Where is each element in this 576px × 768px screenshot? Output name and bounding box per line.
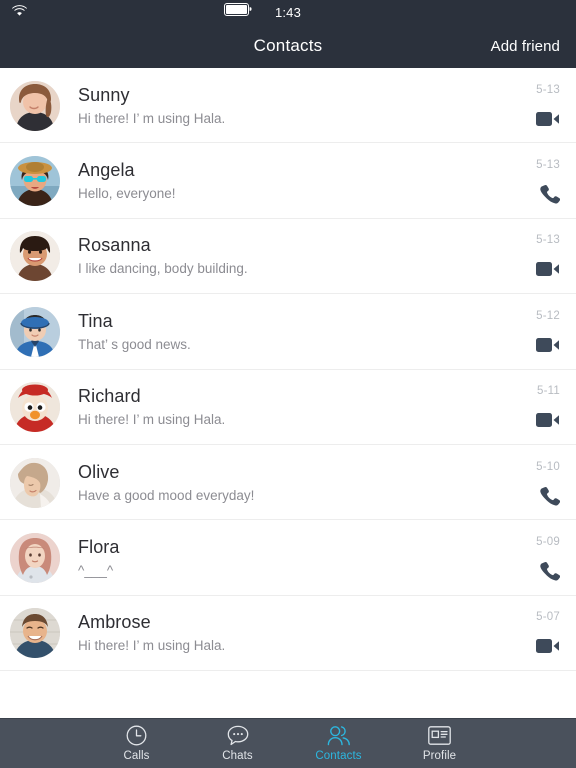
contact-card-icon bbox=[428, 725, 451, 747]
contact-meta: 5-10 bbox=[516, 458, 560, 508]
contact-row[interactable]: Flora ^___^ 5-09 bbox=[0, 520, 576, 597]
tab-chats[interactable]: Chats bbox=[187, 719, 288, 768]
contact-row[interactable]: Rosanna I like dancing, body building. 5… bbox=[0, 218, 576, 295]
contact-meta: 5-13 bbox=[516, 81, 560, 131]
avatar bbox=[10, 533, 60, 584]
contact-date: 5-07 bbox=[536, 611, 560, 624]
contact-text: Ambrose Hi there! I’ m using Hala. bbox=[60, 610, 516, 656]
avatar bbox=[10, 80, 60, 131]
contact-text: Richard Hi there! I’ m using Hala. bbox=[60, 384, 516, 430]
contact-row[interactable]: Olive Have a good mood everyday! 5-10 bbox=[0, 444, 576, 521]
nav-bar: Contacts Add friend bbox=[0, 24, 576, 68]
avatar bbox=[10, 231, 60, 282]
clock-icon bbox=[126, 725, 147, 747]
contact-status: Hi there! I’ m using Hala. bbox=[78, 638, 226, 654]
avatar bbox=[10, 457, 60, 508]
contact-row[interactable]: Richard Hi there! I’ m using Hala. 5-11 bbox=[0, 369, 576, 446]
app-screen: 1:43 Contacts Add friend Sunny Hi there!… bbox=[0, 0, 576, 768]
contact-date: 5-13 bbox=[536, 234, 560, 247]
contact-text: Angela Hello, everyone! bbox=[60, 158, 516, 204]
contact-row[interactable]: Sunny Hi there! I’ m using Hala. 5-13 bbox=[0, 68, 576, 144]
contact-row[interactable]: Angela Hello, everyone! 5-13 bbox=[0, 143, 576, 220]
tab-chats-label: Chats bbox=[222, 749, 253, 762]
tab-contacts[interactable]: Contacts bbox=[288, 719, 389, 768]
contact-text: Tina That’ s good news. bbox=[60, 309, 516, 355]
contact-date: 5-12 bbox=[536, 309, 560, 322]
avatar bbox=[10, 156, 60, 207]
contact-row[interactable]: Tina That’ s good news. 5-12 bbox=[0, 294, 576, 370]
contact-meta: 5-11 bbox=[516, 382, 560, 432]
contact-meta: 5-13 bbox=[516, 156, 560, 206]
contact-status: Hello, everyone! bbox=[78, 186, 176, 202]
page-title: Contacts bbox=[253, 36, 323, 55]
contact-status: That’ s good news. bbox=[78, 336, 191, 352]
status-bar-time: 1:43 bbox=[274, 4, 302, 20]
video-call-icon[interactable] bbox=[536, 259, 560, 279]
contact-text: Rosanna I like dancing, body building. bbox=[60, 233, 516, 279]
tab-calls[interactable]: Calls bbox=[86, 719, 187, 768]
contact-name: Ambrose bbox=[78, 612, 151, 633]
contact-text: Flora ^___^ bbox=[60, 535, 516, 581]
status-bar: 1:43 bbox=[0, 0, 576, 24]
contact-date: 5-10 bbox=[536, 460, 560, 473]
contact-date: 5-13 bbox=[536, 83, 560, 96]
contact-text: Olive Have a good mood everyday! bbox=[60, 460, 516, 506]
contact-meta: 5-12 bbox=[516, 307, 560, 357]
contact-row[interactable]: Ambrose Hi there! I’ m using Hala. 5-07 bbox=[0, 595, 576, 672]
phone-call-icon[interactable] bbox=[540, 561, 560, 581]
contact-name: Rosanna bbox=[78, 235, 151, 256]
tab-profile[interactable]: Profile bbox=[389, 719, 490, 768]
phone-call-icon[interactable] bbox=[540, 486, 560, 506]
contact-name: Sunny bbox=[78, 84, 130, 105]
contact-list[interactable]: Sunny Hi there! I’ m using Hala. 5-13 An… bbox=[0, 68, 576, 718]
contact-status: Hi there! I’ m using Hala. bbox=[78, 412, 226, 428]
contact-status: ^___^ bbox=[78, 563, 114, 579]
tab-profile-label: Profile bbox=[422, 749, 457, 762]
contact-date: 5-09 bbox=[536, 536, 560, 549]
contact-status: Have a good mood everyday! bbox=[78, 487, 255, 503]
contact-date: 5-13 bbox=[536, 159, 560, 172]
add-friend-button[interactable]: Add friend bbox=[491, 38, 560, 55]
contact-meta: 5-07 bbox=[516, 608, 560, 658]
contact-status: I like dancing, body building. bbox=[78, 261, 248, 277]
tab-calls-label: Calls bbox=[123, 749, 150, 762]
video-call-icon[interactable] bbox=[536, 410, 560, 430]
avatar bbox=[10, 608, 60, 659]
video-call-icon[interactable] bbox=[536, 335, 560, 355]
contact-status: Hi there! I’ m using Hala. bbox=[78, 110, 226, 126]
contact-name: Tina bbox=[78, 310, 113, 331]
contact-date: 5-11 bbox=[537, 385, 560, 398]
tab-bar: Calls Chats Contacts Profile bbox=[0, 718, 576, 768]
chat-bubble-icon bbox=[227, 725, 249, 747]
avatar bbox=[10, 306, 60, 357]
tab-contacts-label: Contacts bbox=[315, 749, 362, 762]
avatar bbox=[10, 382, 60, 433]
people-icon bbox=[327, 725, 351, 747]
video-call-icon[interactable] bbox=[536, 109, 560, 129]
phone-call-icon[interactable] bbox=[540, 184, 560, 204]
contact-meta: 5-13 bbox=[516, 231, 560, 281]
contact-name: Olive bbox=[78, 461, 120, 482]
contact-text: Sunny Hi there! I’ m using Hala. bbox=[60, 83, 516, 129]
contact-name: Richard bbox=[78, 386, 141, 407]
contact-meta: 5-09 bbox=[516, 533, 560, 583]
contact-name: Angela bbox=[78, 160, 135, 181]
contact-name: Flora bbox=[78, 537, 120, 558]
video-call-icon[interactable] bbox=[536, 636, 560, 656]
